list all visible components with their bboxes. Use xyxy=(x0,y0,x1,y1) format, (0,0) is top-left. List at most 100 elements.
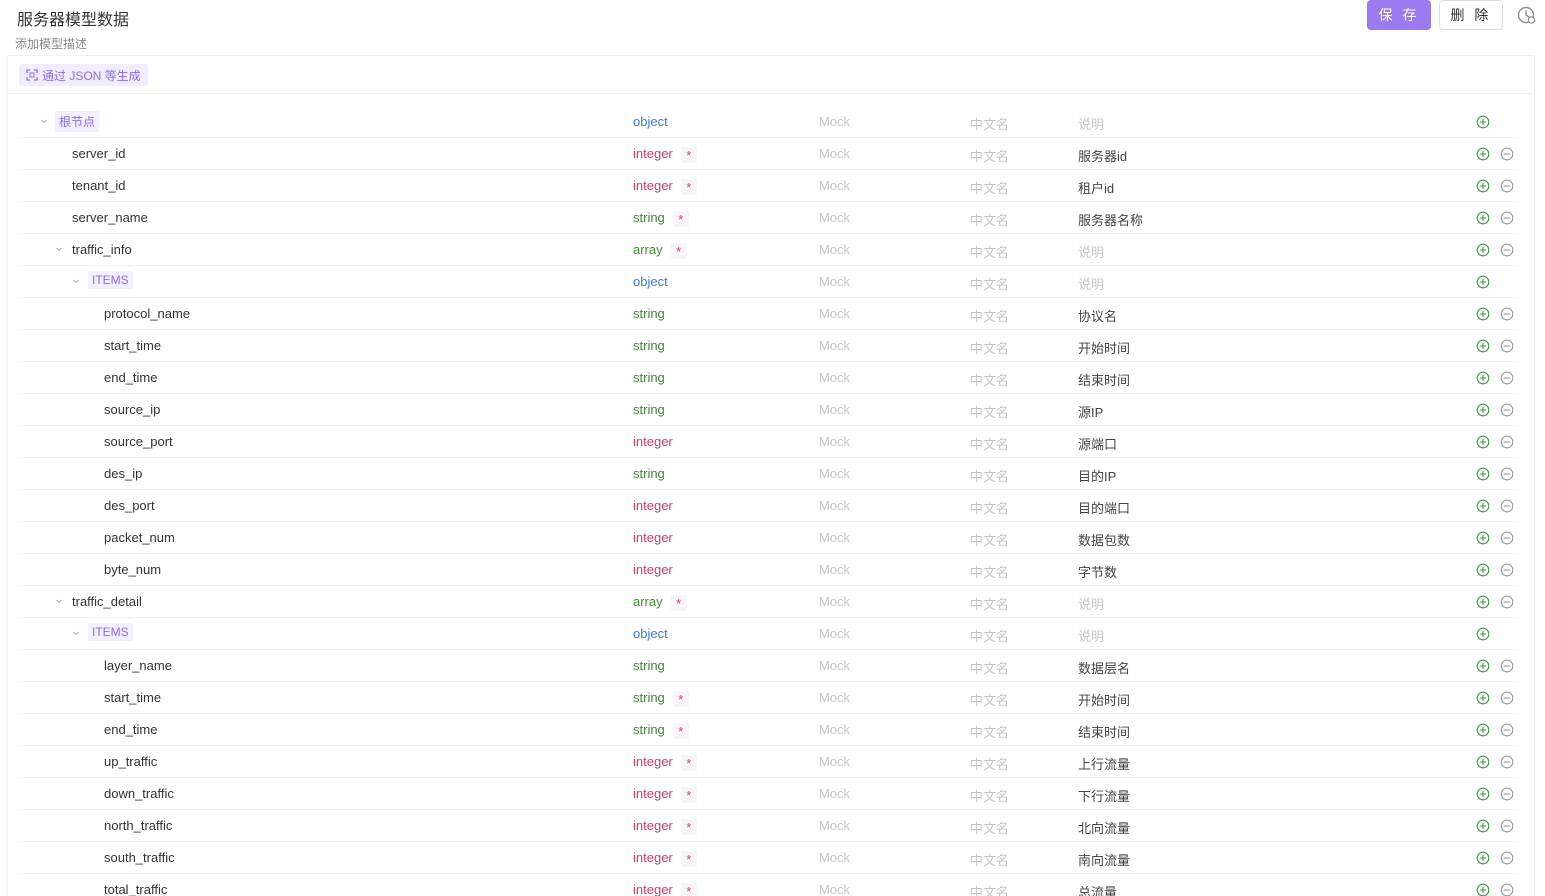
minus-circle-icon[interactable] xyxy=(1500,883,1514,896)
minus-circle-icon[interactable] xyxy=(1500,307,1514,321)
schema-row[interactable]: protocol_name string Mock 中文名 协议名 xyxy=(19,298,1517,330)
description-input[interactable]: 说明 xyxy=(1078,114,1104,133)
description-input[interactable]: 说明 xyxy=(1078,274,1104,293)
field-name[interactable]: down_traffic xyxy=(104,786,174,801)
plus-circle-icon[interactable] xyxy=(1476,211,1490,225)
field-type-select[interactable]: integer xyxy=(633,562,673,577)
field-type-select[interactable]: string * xyxy=(633,210,689,227)
chinese-name-input[interactable]: 中文名 xyxy=(970,402,1009,421)
minus-circle-icon[interactable] xyxy=(1500,243,1514,257)
minus-circle-icon[interactable] xyxy=(1500,755,1514,769)
required-marker[interactable]: * xyxy=(672,723,689,739)
chinese-name-input[interactable]: 中文名 xyxy=(970,370,1009,389)
field-type-select[interactable]: integer xyxy=(633,498,673,513)
schema-row[interactable]: layer_name string Mock 中文名 数据层名 xyxy=(19,650,1517,682)
description-input[interactable]: 说明 xyxy=(1078,242,1104,261)
mock-input[interactable]: Mock xyxy=(819,882,850,896)
description-input[interactable]: 目的端口 xyxy=(1078,498,1130,517)
description-input[interactable]: 服务器id xyxy=(1078,146,1127,165)
mock-input[interactable]: Mock xyxy=(819,306,850,321)
model-description[interactable]: 添加模型描述 xyxy=(15,35,87,52)
plus-circle-icon[interactable] xyxy=(1476,179,1490,193)
chinese-name-input[interactable]: 中文名 xyxy=(970,306,1009,325)
save-button[interactable]: 保 存 xyxy=(1367,0,1431,30)
mock-input[interactable]: Mock xyxy=(819,338,850,353)
description-input[interactable]: 协议名 xyxy=(1078,306,1117,325)
schema-row[interactable]: up_traffic integer * Mock 中文名 上行流量 xyxy=(19,746,1517,778)
field-name[interactable]: end_time xyxy=(104,722,157,737)
schema-row[interactable]: down_traffic integer * Mock 中文名 下行流量 xyxy=(19,778,1517,810)
chinese-name-input[interactable]: 中文名 xyxy=(970,114,1009,133)
schema-row[interactable]: start_time string Mock 中文名 开始时间 xyxy=(19,330,1517,362)
field-name[interactable]: server_name xyxy=(72,210,148,225)
description-input[interactable]: 下行流量 xyxy=(1078,786,1130,805)
required-marker[interactable]: * xyxy=(680,755,697,771)
chinese-name-input[interactable]: 中文名 xyxy=(970,498,1009,517)
field-type-select[interactable]: object xyxy=(633,114,668,129)
mock-input[interactable]: Mock xyxy=(819,722,850,737)
mock-input[interactable]: Mock xyxy=(819,690,850,705)
field-type-select[interactable]: string xyxy=(633,466,665,481)
field-type-select[interactable]: integer * xyxy=(633,178,697,195)
schema-row[interactable]: 根节点 object Mock 中文名 说明 xyxy=(19,106,1517,138)
schema-row[interactable]: tenant_id integer * Mock 中文名 租户id xyxy=(19,170,1517,202)
schema-row[interactable]: start_time string * Mock 中文名 开始时间 xyxy=(19,682,1517,714)
field-type-select[interactable]: string xyxy=(633,402,665,417)
description-input[interactable]: 结束时间 xyxy=(1078,370,1130,389)
required-marker[interactable]: * xyxy=(680,787,697,803)
plus-circle-icon[interactable] xyxy=(1476,627,1490,641)
chinese-name-input[interactable]: 中文名 xyxy=(970,338,1009,357)
mock-input[interactable]: Mock xyxy=(819,178,850,193)
mock-input[interactable]: Mock xyxy=(819,658,850,673)
description-input[interactable]: 说明 xyxy=(1078,626,1104,645)
caret-down-icon[interactable] xyxy=(70,275,82,287)
minus-circle-icon[interactable] xyxy=(1500,659,1514,673)
plus-circle-icon[interactable] xyxy=(1476,755,1490,769)
plus-circle-icon[interactable] xyxy=(1476,435,1490,449)
chinese-name-input[interactable]: 中文名 xyxy=(970,690,1009,709)
field-type-select[interactable]: string xyxy=(633,370,665,385)
mock-input[interactable]: Mock xyxy=(819,594,850,609)
mock-input[interactable]: Mock xyxy=(819,434,850,449)
items-tag[interactable]: ITEMS xyxy=(88,271,133,289)
chinese-name-input[interactable]: 中文名 xyxy=(970,754,1009,773)
mock-input[interactable]: Mock xyxy=(819,210,850,225)
required-marker[interactable]: * xyxy=(680,147,697,163)
description-input[interactable]: 字节数 xyxy=(1078,562,1117,581)
chinese-name-input[interactable]: 中文名 xyxy=(970,850,1009,869)
history-icon[interactable] xyxy=(1516,5,1536,25)
schema-row[interactable]: end_time string Mock 中文名 结束时间 xyxy=(19,362,1517,394)
description-input[interactable]: 数据包数 xyxy=(1078,530,1130,549)
plus-circle-icon[interactable] xyxy=(1476,499,1490,513)
schema-row[interactable]: north_traffic integer * Mock 中文名 北向流量 xyxy=(19,810,1517,842)
mock-input[interactable]: Mock xyxy=(819,402,850,417)
caret-down-icon[interactable] xyxy=(38,115,50,127)
field-name[interactable]: source_ip xyxy=(104,402,160,417)
schema-row[interactable]: source_ip string Mock 中文名 源IP xyxy=(19,394,1517,426)
field-type-select[interactable]: string xyxy=(633,306,665,321)
field-type-select[interactable]: integer * xyxy=(633,818,697,835)
chinese-name-input[interactable]: 中文名 xyxy=(970,722,1009,741)
minus-circle-icon[interactable] xyxy=(1500,403,1514,417)
field-name[interactable]: byte_num xyxy=(104,562,161,577)
chinese-name-input[interactable]: 中文名 xyxy=(970,626,1009,645)
required-marker[interactable]: * xyxy=(670,243,687,259)
required-marker[interactable]: * xyxy=(670,595,687,611)
chinese-name-input[interactable]: 中文名 xyxy=(970,562,1009,581)
mock-input[interactable]: Mock xyxy=(819,818,850,833)
mock-input[interactable]: Mock xyxy=(819,466,850,481)
minus-circle-icon[interactable] xyxy=(1500,787,1514,801)
field-name[interactable]: start_time xyxy=(104,338,161,353)
plus-circle-icon[interactable] xyxy=(1476,243,1490,257)
field-name[interactable]: layer_name xyxy=(104,658,172,673)
plus-circle-icon[interactable] xyxy=(1476,851,1490,865)
chinese-name-input[interactable]: 中文名 xyxy=(970,242,1009,261)
field-type-select[interactable]: integer * xyxy=(633,786,697,803)
field-type-select[interactable]: integer * xyxy=(633,146,697,163)
caret-down-icon[interactable] xyxy=(53,595,65,607)
field-type-select[interactable]: string * xyxy=(633,690,689,707)
description-input[interactable]: 结束时间 xyxy=(1078,722,1130,741)
field-name[interactable]: des_port xyxy=(104,498,155,513)
field-name[interactable]: tenant_id xyxy=(72,178,126,193)
mock-input[interactable]: Mock xyxy=(819,754,850,769)
